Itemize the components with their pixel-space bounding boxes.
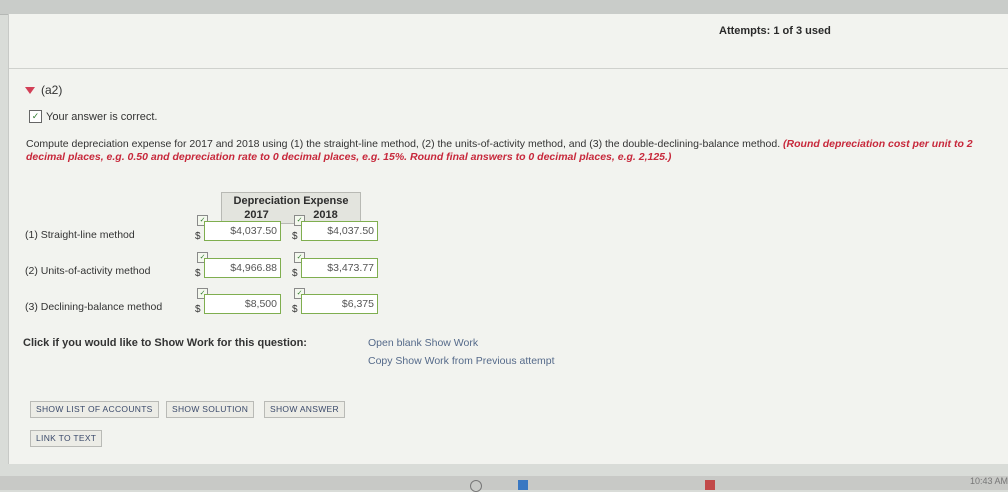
show-work-prompt: Click if you would like to Show Work for…	[23, 337, 307, 349]
currency-symbol: $	[292, 231, 298, 242]
taskbar: 10:43 AM	[0, 476, 1008, 492]
cell-units-2018: ✓ $ $3,473.77	[292, 252, 378, 284]
show-list-of-accounts-button[interactable]: SHOW LIST OF ACCOUNTS	[30, 401, 159, 418]
answer-input-declining-2018[interactable]: $6,375	[301, 294, 378, 314]
show-answer-button[interactable]: SHOW ANSWER	[264, 401, 345, 418]
cell-declining-2018: ✓ $ $6,375	[292, 288, 378, 320]
table-header: Depreciation Expense 2017 2018	[221, 192, 361, 224]
link-to-text-button[interactable]: LINK TO TEXT	[30, 430, 103, 447]
collapse-caret-icon[interactable]	[25, 86, 35, 94]
year-header-2017: 2017	[244, 209, 269, 221]
divider	[9, 68, 1008, 69]
attempts-counter: Attempts: 1 of 3 used	[719, 25, 831, 37]
part-label: (a2)	[41, 83, 63, 97]
show-solution-button[interactable]: SHOW SOLUTION	[166, 401, 255, 418]
currency-symbol: $	[195, 231, 201, 242]
question-panel: Attempts: 1 of 3 used (a2) ✓ Your answer…	[8, 14, 1008, 464]
browser-icon[interactable]	[470, 480, 482, 492]
clock: 10:43 AM	[969, 476, 1008, 486]
currency-symbol: $	[292, 268, 298, 279]
question-instructions: Compute depreciation expense for 2017 an…	[26, 138, 1001, 164]
answer-input-straight-line-2017[interactable]: $4,037.50	[204, 221, 281, 241]
answer-input-declining-2017[interactable]: $8,500	[204, 294, 281, 314]
currency-symbol: $	[292, 304, 298, 315]
answer-status: ✓ Your answer is correct.	[29, 110, 157, 123]
checkmark-icon: ✓	[29, 110, 42, 123]
cell-declining-2017: ✓ $ $8,500	[195, 288, 281, 320]
table-title: Depreciation Expense	[233, 195, 349, 207]
part-header[interactable]: (a2)	[25, 83, 62, 97]
app-icon[interactable]	[705, 480, 715, 490]
cell-straight-line-2018: ✓ $ $4,037.50	[292, 215, 378, 247]
row-label-declining-balance: (3) Declining-balance method	[25, 301, 163, 313]
currency-symbol: $	[195, 304, 201, 315]
cell-units-2017: ✓ $ $4,966.88	[195, 252, 281, 284]
answer-status-text: Your answer is correct.	[46, 110, 158, 123]
cell-straight-line-2017: ✓ $ $4,037.50	[195, 215, 281, 247]
answer-input-units-2018[interactable]: $3,473.77	[301, 258, 378, 278]
app-icon[interactable]	[518, 480, 528, 490]
answer-input-straight-line-2018[interactable]: $4,037.50	[301, 221, 378, 241]
answer-input-units-2017[interactable]: $4,966.88	[204, 258, 281, 278]
browser-top-strip	[0, 0, 1008, 15]
row-label-units-of-activity: (2) Units-of-activity method	[25, 265, 151, 277]
instruction-text: Compute depreciation expense for 2017 an…	[26, 138, 781, 150]
currency-symbol: $	[195, 268, 201, 279]
open-blank-show-work-link[interactable]: Open blank Show Work	[368, 337, 478, 349]
copy-show-work-link[interactable]: Copy Show Work from Previous attempt	[368, 355, 555, 367]
row-label-straight-line: (1) Straight-line method	[25, 229, 135, 241]
